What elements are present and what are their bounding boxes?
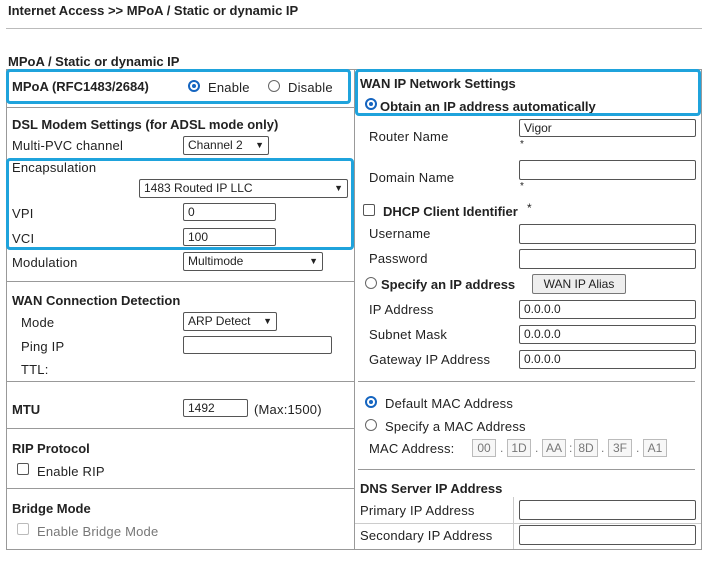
router-name-star: * xyxy=(520,139,524,150)
section-title: MPoA / Static or dynamic IP xyxy=(8,54,180,69)
highlight-mpoa xyxy=(6,69,351,104)
column-divider xyxy=(354,69,355,550)
table-left-border xyxy=(6,69,7,550)
dns-title: DNS Server IP Address xyxy=(360,481,503,496)
dhcp-client-checkbox[interactable] xyxy=(363,204,375,216)
modulation-select[interactable]: Multimode ▼ xyxy=(183,252,323,271)
ping-ip-input[interactable] xyxy=(183,336,332,354)
mac-separator-2: . xyxy=(535,441,539,455)
breadcrumb: Internet Access >> MPoA / Static or dyna… xyxy=(8,3,299,18)
mac-octet-5[interactable]: 3F xyxy=(608,439,632,457)
subnet-mask-input[interactable]: 0.0.0.0 xyxy=(519,325,696,344)
table-right-border xyxy=(701,69,702,550)
modulation-label: Modulation xyxy=(12,255,78,270)
enable-bridge-checkbox[interactable] xyxy=(17,523,29,535)
domain-name-input[interactable] xyxy=(519,160,696,180)
specify-mac-radio[interactable] xyxy=(365,419,377,431)
dhcp-client-label: DHCP Client Identifier xyxy=(383,204,518,219)
dns-column-divider xyxy=(513,497,514,549)
mode-value: ARP Detect xyxy=(188,314,251,328)
mac-separator-3: : xyxy=(569,441,573,455)
enable-rip-checkbox[interactable] xyxy=(17,463,29,475)
secondary-dns-label: Secondary IP Address xyxy=(360,528,493,543)
divider-dsl xyxy=(6,281,354,282)
highlight-wan-ip xyxy=(355,69,701,116)
modulation-value: Multimode xyxy=(188,254,244,268)
multi-pvc-label: Multi-PVC channel xyxy=(12,138,124,153)
gateway-ip-input[interactable]: 0.0.0.0 xyxy=(519,350,696,369)
router-name-label: Router Name xyxy=(369,129,449,144)
mac-separator-5: . xyxy=(636,441,640,455)
password-input[interactable] xyxy=(519,249,696,269)
divider-mac xyxy=(358,469,695,470)
primary-dns-input[interactable] xyxy=(519,500,696,520)
default-mac-label: Default MAC Address xyxy=(385,396,514,411)
mac-octet-1[interactable]: 00 xyxy=(472,439,496,457)
multi-pvc-value: Channel 2 xyxy=(188,138,243,152)
divider-mtu xyxy=(6,428,354,429)
default-mac-radio[interactable] xyxy=(365,396,377,408)
chevron-down-icon: ▼ xyxy=(263,316,272,326)
highlight-encapsulation xyxy=(6,158,354,250)
breadcrumb-divider xyxy=(6,28,702,29)
dhcp-client-star: * xyxy=(527,201,532,215)
mac-octet-2[interactable]: 1D xyxy=(507,439,531,457)
specify-ip-radio[interactable] xyxy=(365,277,377,289)
ping-ip-label: Ping IP xyxy=(21,339,65,354)
rip-title: RIP Protocol xyxy=(12,441,90,456)
subnet-mask-label: Subnet Mask xyxy=(369,327,448,342)
mac-separator-4: . xyxy=(601,441,605,455)
domain-name-star: * xyxy=(520,181,524,192)
dsl-settings-title: DSL Modem Settings (for ADSL mode only) xyxy=(12,117,279,132)
mac-octet-6[interactable]: A1 xyxy=(643,439,667,457)
chevron-down-icon: ▼ xyxy=(255,140,264,150)
mac-octet-4[interactable]: 8D xyxy=(574,439,598,457)
secondary-dns-input[interactable] xyxy=(519,525,696,545)
mode-select[interactable]: ARP Detect ▼ xyxy=(183,312,277,331)
wan-ip-alias-button[interactable]: WAN IP Alias xyxy=(532,274,626,294)
username-input[interactable] xyxy=(519,224,696,244)
ttl-label: TTL: xyxy=(21,362,49,377)
mtu-max-label: (Max:1500) xyxy=(254,402,322,417)
divider-dns-row xyxy=(355,523,701,524)
mtu-label: MTU xyxy=(12,402,41,417)
enable-rip-label: Enable RIP xyxy=(37,464,105,479)
enable-bridge-label: Enable Bridge Mode xyxy=(37,524,159,539)
primary-dns-label: Primary IP Address xyxy=(360,503,475,518)
password-label: Password xyxy=(369,251,428,266)
mac-octet-3[interactable]: AA xyxy=(542,439,566,457)
divider-rip xyxy=(6,488,354,489)
divider-wan-ip xyxy=(358,381,695,382)
chevron-down-icon: ▼ xyxy=(309,256,318,266)
multi-pvc-select[interactable]: Channel 2 ▼ xyxy=(183,136,269,155)
specify-ip-label: Specify an IP address xyxy=(381,277,516,292)
ip-address-input[interactable]: 0.0.0.0 xyxy=(519,300,696,319)
bridge-title: Bridge Mode xyxy=(12,501,91,516)
mode-label: Mode xyxy=(21,315,55,330)
divider-mpoa xyxy=(6,107,354,108)
divider-wan-detect xyxy=(6,381,354,382)
mac-separator-1: . xyxy=(500,441,504,455)
mac-address-label: MAC Address: xyxy=(369,441,455,456)
ip-address-label: IP Address xyxy=(369,302,434,317)
username-label: Username xyxy=(369,226,431,241)
mtu-input[interactable]: 1492 xyxy=(183,399,248,417)
domain-name-label: Domain Name xyxy=(369,170,455,185)
router-name-input[interactable]: Vigor xyxy=(519,119,696,137)
wan-detect-title: WAN Connection Detection xyxy=(12,293,181,308)
gateway-ip-label: Gateway IP Address xyxy=(369,352,491,367)
specify-mac-label: Specify a MAC Address xyxy=(385,419,526,434)
